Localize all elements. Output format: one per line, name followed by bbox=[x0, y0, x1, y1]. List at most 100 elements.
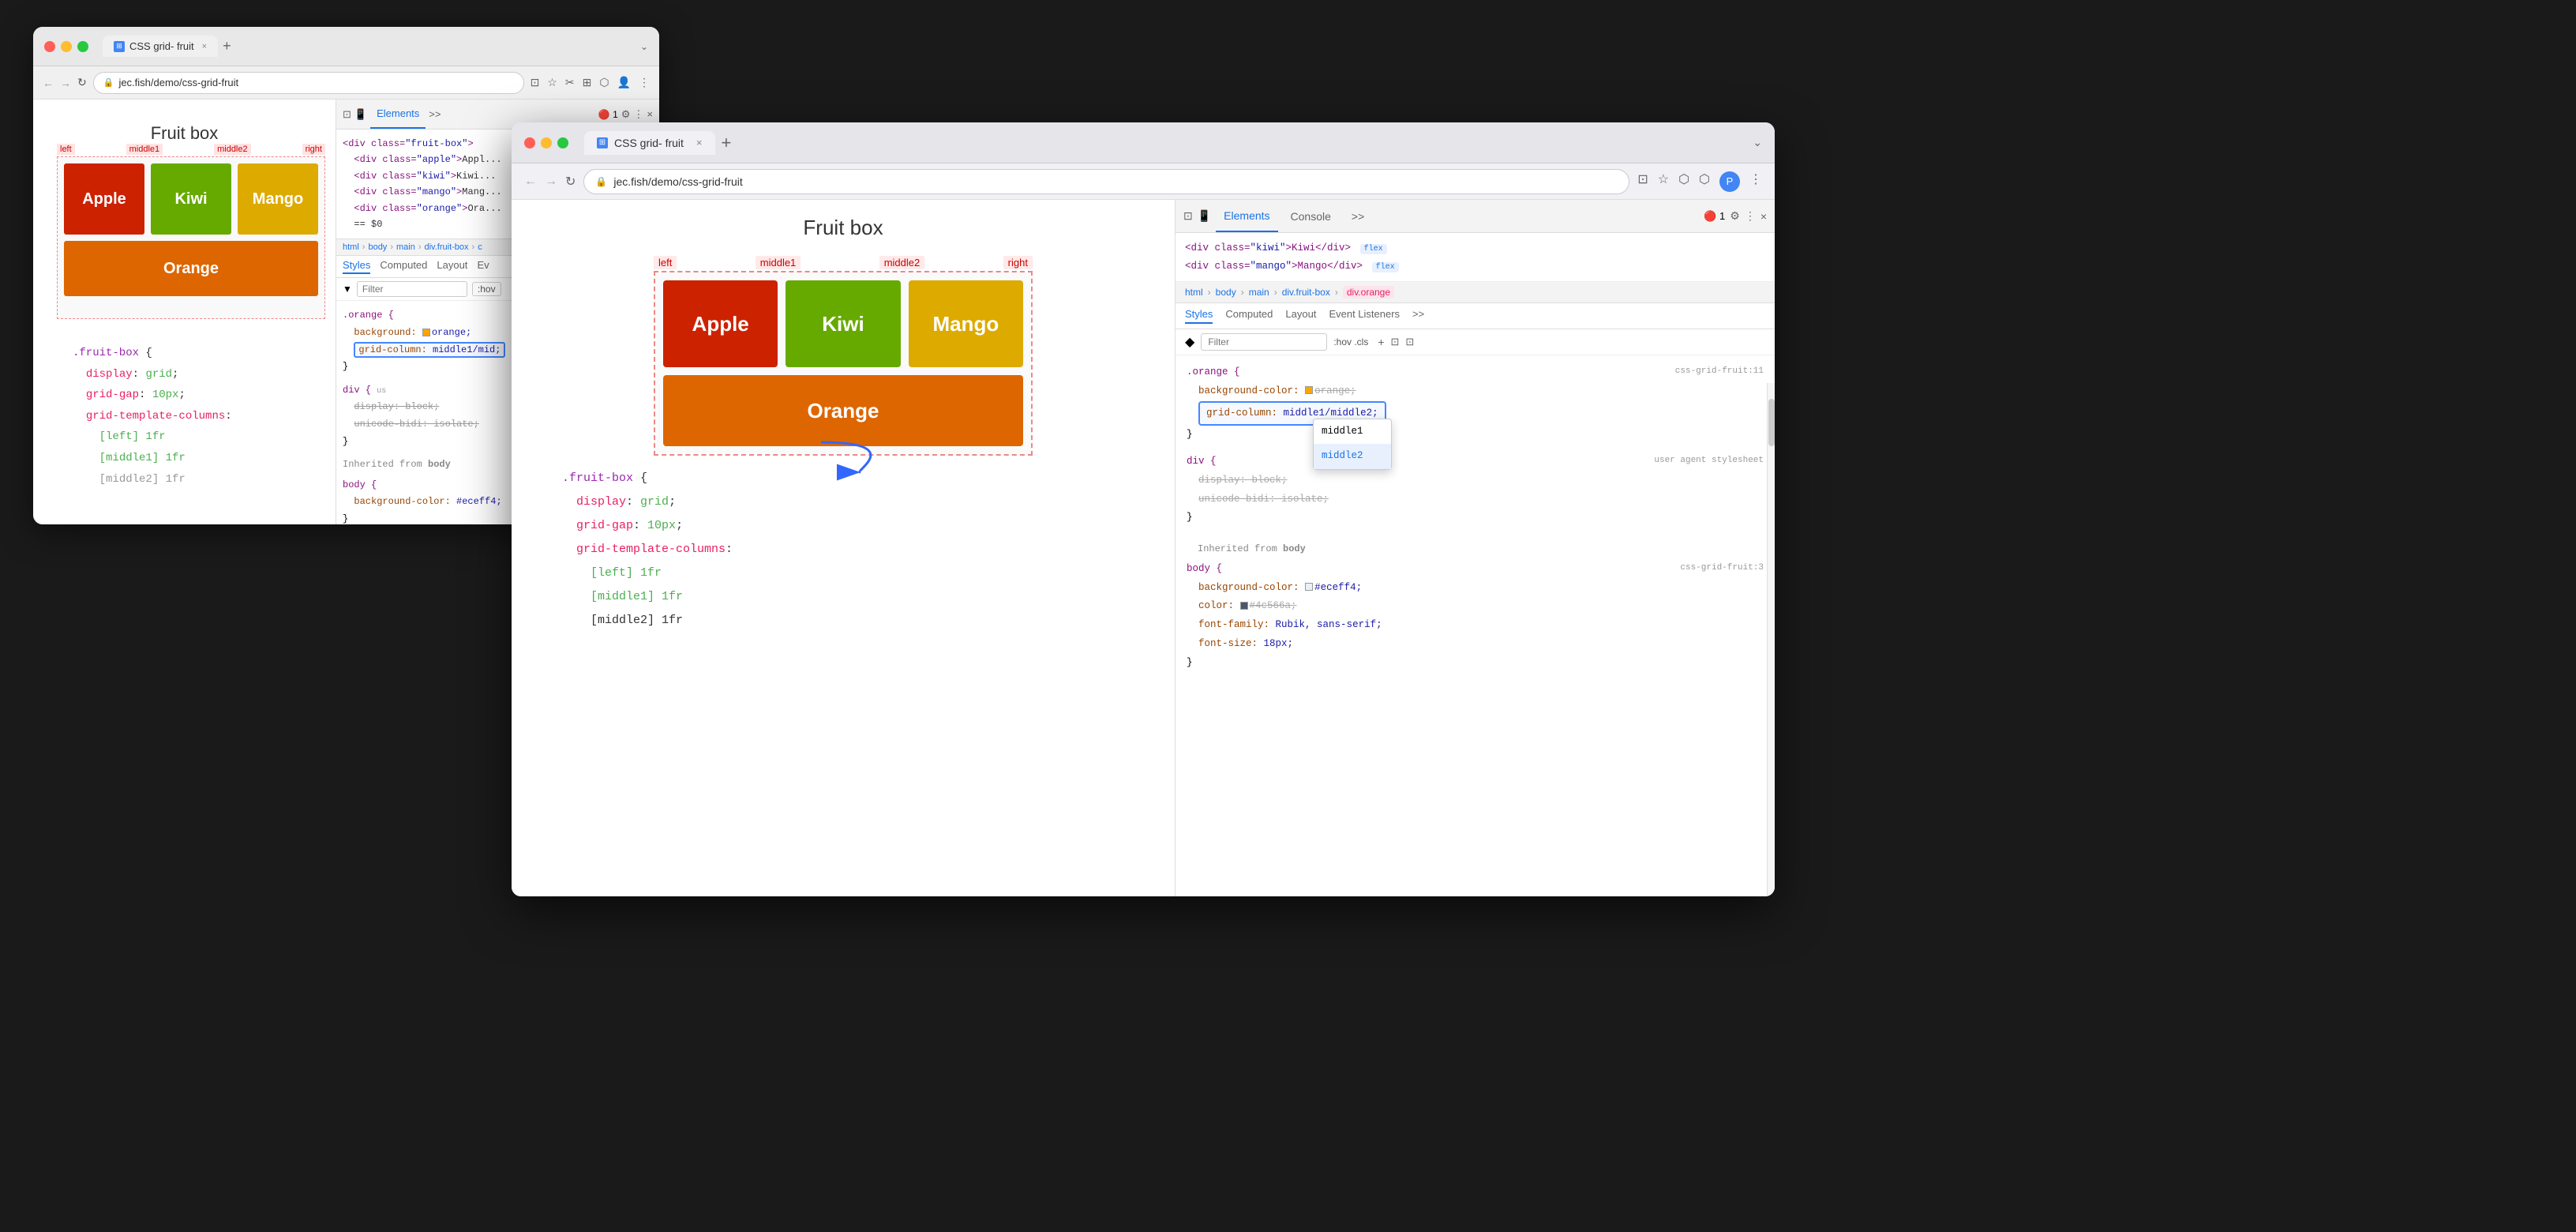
front-styles-area: .orange { css-grid-fruit:11 background-c… bbox=[1176, 355, 1775, 896]
devtools-menu-icon-back[interactable]: ⋮ bbox=[633, 108, 643, 121]
apple-cell-back: Apple bbox=[64, 163, 144, 235]
address-bar-back[interactable]: 🔒 jec.fish/demo/css-grid-fruit bbox=[93, 72, 524, 94]
bookmark-icon[interactable]: ☆ bbox=[547, 76, 557, 89]
ac-middle2[interactable]: middle2 bbox=[1314, 444, 1391, 469]
scrollbar-track[interactable] bbox=[1767, 383, 1775, 896]
front-html-tree: <div class="kiwi">Kiwi</div> flex <div c… bbox=[1176, 233, 1775, 282]
devtools-elements-tab-back[interactable]: Elements bbox=[370, 100, 426, 129]
front-fruit-grid: Apple Kiwi Mango Orange bbox=[654, 271, 1033, 456]
share-icon-front[interactable]: ⬡ bbox=[1699, 171, 1710, 192]
front-add-rule-icon[interactable]: + bbox=[1378, 336, 1384, 348]
devtools-settings-icon-back[interactable]: ⚙ bbox=[621, 108, 631, 121]
tab-close-back[interactable]: × bbox=[202, 42, 207, 51]
screencast-icon-front[interactable]: ⊡ bbox=[1637, 171, 1648, 192]
front-close-icon[interactable]: × bbox=[1760, 210, 1767, 223]
front-hov-btn[interactable]: :hov .cls bbox=[1333, 336, 1368, 347]
puzzle-icon[interactable]: ⊞ bbox=[583, 76, 592, 89]
front-console-tab[interactable]: Console bbox=[1283, 200, 1339, 232]
front-grid-labels: left middle1 middle2 right bbox=[654, 256, 1033, 269]
front-copy-icon[interactable]: ⊡ bbox=[1391, 336, 1400, 348]
scrollbar-thumb[interactable] bbox=[1768, 399, 1775, 446]
front-filter-input[interactable] bbox=[1201, 333, 1327, 351]
flex-badge-kiwi: flex bbox=[1360, 244, 1387, 254]
front-apple-cell: Apple bbox=[663, 280, 778, 367]
front-device-icon[interactable]: 📱 bbox=[1198, 209, 1211, 223]
address-bar-front[interactable]: 🔒 jec.fish/demo/css-grid-fruit bbox=[583, 169, 1629, 194]
bc-main-back[interactable]: main bbox=[396, 242, 415, 252]
front-bc-fruitbox[interactable]: div.fruit-box bbox=[1282, 287, 1330, 298]
front-devtools-toolbar: ⊡ 📱 Elements Console >> 🔴 1 ⚙ ⋮ × bbox=[1176, 200, 1775, 233]
active-tab-back[interactable]: ⊞ CSS grid- fruit × bbox=[103, 36, 218, 57]
tab-menu-front[interactable]: ⌄ bbox=[1753, 136, 1762, 149]
front-tab-event-listeners[interactable]: Event Listeners bbox=[1329, 308, 1400, 324]
front-expand-icon[interactable]: ⊡ bbox=[1405, 336, 1414, 348]
front-bc-orange[interactable]: div.orange bbox=[1343, 286, 1394, 299]
styles-tab-layout-back[interactable]: Layout bbox=[437, 259, 467, 274]
hov-button-back[interactable]: :hov bbox=[472, 282, 501, 296]
tab-menu-button-back[interactable]: ⌄ bbox=[640, 41, 648, 52]
front-tab-more[interactable]: >> bbox=[1412, 308, 1424, 324]
download-icon-front[interactable]: ⬡ bbox=[1678, 171, 1689, 192]
styles-tab-computed-back[interactable]: Computed bbox=[380, 259, 427, 274]
url-text-front: jec.fish/demo/css-grid-fruit bbox=[613, 175, 742, 188]
forward-button-back[interactable]: → bbox=[60, 77, 71, 89]
front-tab-styles[interactable]: Styles bbox=[1185, 308, 1213, 324]
bc-fruitbox-back[interactable]: div.fruit-box bbox=[425, 242, 469, 252]
devtools-inspect-icon-back[interactable]: ⊡ bbox=[343, 108, 351, 121]
new-tab-button-back[interactable]: + bbox=[223, 38, 231, 54]
new-tab-button-front[interactable]: + bbox=[722, 133, 732, 153]
bc-body-back[interactable]: body bbox=[368, 242, 387, 252]
tab-close-front[interactable]: × bbox=[696, 137, 703, 148]
back-button-back[interactable]: ← bbox=[43, 77, 54, 89]
front-inspect-icon[interactable]: ⊡ bbox=[1183, 209, 1193, 223]
label-left-back: left bbox=[57, 144, 75, 155]
styles-tab-styles-back[interactable]: Styles bbox=[343, 259, 370, 274]
front-filter-icon: ◆ bbox=[1185, 334, 1194, 350]
menu-icon[interactable]: ⋮ bbox=[639, 76, 650, 89]
front-bc-html[interactable]: html bbox=[1185, 287, 1203, 298]
reload-button-front[interactable]: ↻ bbox=[565, 174, 576, 190]
front-bc-main[interactable]: main bbox=[1249, 287, 1269, 298]
front-label-right: right bbox=[1003, 256, 1033, 269]
front-tab-computed[interactable]: Computed bbox=[1225, 308, 1273, 324]
devtools-close-icon-back[interactable]: × bbox=[647, 108, 653, 120]
minimize-button-front[interactable] bbox=[541, 137, 552, 148]
front-bc-body[interactable]: body bbox=[1216, 287, 1236, 298]
scissors-icon[interactable]: ✂ bbox=[565, 76, 575, 89]
profile-icon-front[interactable]: P bbox=[1719, 171, 1740, 192]
screen-cast-icon[interactable]: ⊡ bbox=[531, 76, 540, 89]
devtools-more-tabs-back[interactable]: >> bbox=[429, 108, 441, 120]
active-tab-front[interactable]: ⊞ CSS grid- fruit × bbox=[584, 131, 715, 155]
menu-icon-front[interactable]: ⋮ bbox=[1749, 171, 1762, 192]
fruit-grid-back: Apple Kiwi Mango Orange bbox=[57, 156, 325, 319]
front-menu-icon[interactable]: ⋮ bbox=[1745, 209, 1756, 223]
close-button-back[interactable] bbox=[44, 41, 55, 52]
forward-button-front[interactable]: → bbox=[545, 175, 557, 189]
front-settings-icon[interactable]: ⚙ bbox=[1730, 209, 1740, 223]
filter-input-back[interactable] bbox=[357, 281, 467, 297]
maximize-button-front[interactable] bbox=[557, 137, 568, 148]
front-page: Fruit box left middle1 middle2 right App… bbox=[512, 200, 1175, 896]
devtools-device-icon-back[interactable]: 📱 bbox=[354, 108, 367, 121]
bookmark-icon-front[interactable]: ☆ bbox=[1658, 171, 1669, 192]
styles-tab-ev-back[interactable]: Ev bbox=[477, 259, 489, 274]
bc-c-back[interactable]: c bbox=[478, 242, 482, 252]
filter-icon-back: ▼ bbox=[343, 284, 352, 295]
maximize-button-back[interactable] bbox=[77, 41, 88, 52]
tab-favicon-front: ⊞ bbox=[597, 137, 608, 148]
front-more-tabs[interactable]: >> bbox=[1344, 200, 1372, 232]
orange-selector: .orange { bbox=[1187, 363, 1240, 382]
profile-icon[interactable]: 👤 bbox=[617, 76, 631, 89]
tab-bar-back: ⊞ CSS grid- fruit × + ⌄ bbox=[103, 36, 648, 57]
minimize-button-back[interactable] bbox=[61, 41, 72, 52]
share-icon[interactable]: ⬡ bbox=[599, 76, 609, 89]
front-devtools-panel: ⊡ 📱 Elements Console >> 🔴 1 ⚙ ⋮ × <div c… bbox=[1175, 200, 1775, 896]
front-elements-tab[interactable]: Elements bbox=[1216, 200, 1277, 232]
reload-button-back[interactable]: ↻ bbox=[77, 76, 87, 89]
body-source-front: css-grid-fruit:3 bbox=[1680, 560, 1764, 579]
ac-middle1[interactable]: middle1 bbox=[1314, 419, 1391, 445]
back-button-front[interactable]: ← bbox=[524, 175, 537, 189]
close-button-front[interactable] bbox=[524, 137, 535, 148]
bc-html-back[interactable]: html bbox=[343, 242, 359, 252]
front-tab-layout[interactable]: Layout bbox=[1285, 308, 1316, 324]
